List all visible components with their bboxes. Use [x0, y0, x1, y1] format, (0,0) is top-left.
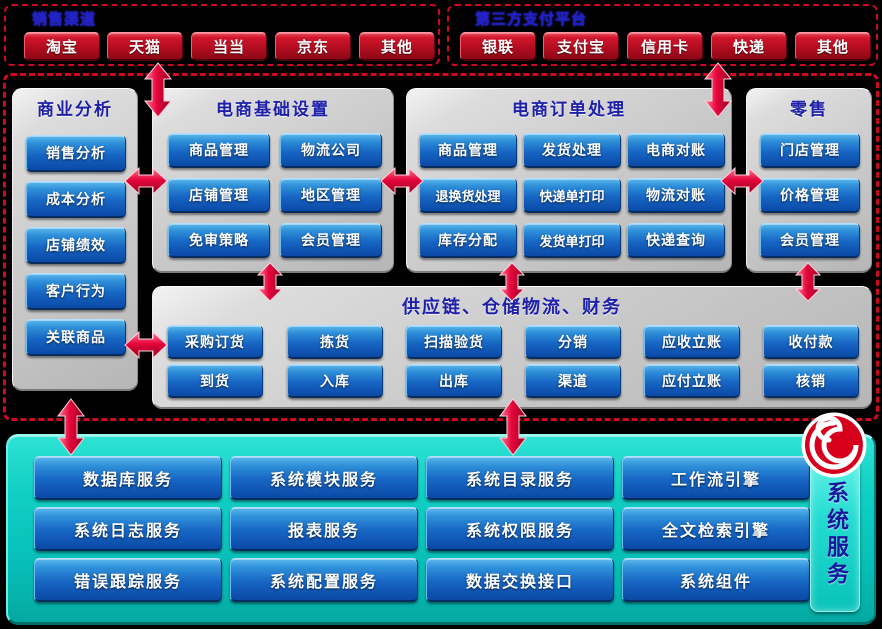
module-store-performance[interactable]: 店铺绩效	[26, 227, 126, 264]
arrow-supply-chain-to-services	[498, 398, 528, 456]
module-member-management[interactable]: 会员管理	[280, 223, 382, 258]
payment-button-express[interactable]: 快递	[711, 32, 787, 61]
module-warehouse-out[interactable]: 出库	[406, 364, 502, 398]
module-exempt-review-policy[interactable]: 免审策略	[168, 223, 270, 258]
arrow-analysis-to-supply-chain	[124, 330, 168, 360]
service-error-tracking[interactable]: 错误跟踪服务	[34, 558, 222, 602]
arrow-retail-to-supply-chain	[794, 262, 822, 302]
module-logistics-company[interactable]: 物流公司	[280, 133, 382, 168]
module-goods-arrival[interactable]: 到货	[167, 364, 263, 398]
module-delivery-note-print[interactable]: 发货单打印	[523, 223, 621, 258]
module-ecommerce-reconciliation[interactable]: 电商对账	[627, 133, 725, 168]
payment-button-creditcard[interactable]: 信用卡	[627, 32, 703, 61]
sales-channel-title: 销售渠道	[32, 10, 97, 28]
module-return-exchange[interactable]: 退换货处理	[419, 178, 517, 213]
service-system-module[interactable]: 系统模块服务	[230, 456, 418, 500]
module-write-off[interactable]: 核销	[763, 364, 859, 398]
module-picking[interactable]: 拣货	[287, 325, 383, 359]
arrow-analysis-to-basic-setup	[124, 166, 168, 196]
panel-business-analysis: 商业分析 销售分析 成本分析 店铺绩效 客户行为 关联商品	[12, 88, 138, 391]
channel-button-taobao[interactable]: 淘宝	[24, 32, 100, 61]
service-data-exchange[interactable]: 数据交换接口	[426, 558, 614, 602]
system-services-side-text: 系统服务	[823, 481, 848, 589]
diagram-canvas: 销售渠道 淘宝 天猫 当当 京东 其他 第三方支付平台 银联 支付宝 信用卡 快…	[0, 0, 882, 629]
payment-button-alipay[interactable]: 支付宝	[543, 32, 619, 61]
module-express-tracking[interactable]: 快递查询	[627, 223, 725, 258]
panel-supply-chain: 供应链、仓储物流、财务 采购订货 拣货 扫描验货 分销 应收立账 收付款 到货 …	[152, 286, 872, 409]
service-system-component[interactable]: 系统组件	[622, 558, 810, 602]
red-spiral-logo	[800, 411, 868, 479]
panel-title-ecommerce-basic-setup: 电商基础设置	[216, 100, 330, 120]
module-logistics-reconciliation[interactable]: 物流对账	[627, 178, 725, 213]
panel-retail: 零售 门店管理 价格管理 会员管理	[746, 88, 872, 273]
module-store-management[interactable]: 门店管理	[760, 133, 860, 168]
service-workflow-engine[interactable]: 工作流引擎	[622, 456, 810, 500]
module-price-management[interactable]: 价格管理	[760, 178, 860, 213]
service-report[interactable]: 报表服务	[230, 507, 418, 551]
arrow-basic-setup-to-order-processing	[380, 166, 424, 196]
arrow-payment-platform-to-core	[703, 62, 733, 118]
module-customer-behavior[interactable]: 客户行为	[26, 273, 126, 310]
module-order-product-management[interactable]: 商品管理	[419, 133, 517, 168]
panel-title-retail: 零售	[790, 100, 828, 120]
module-warehouse-in[interactable]: 入库	[287, 364, 383, 398]
module-shipping-processing[interactable]: 发货处理	[523, 133, 621, 168]
panel-title-ecommerce-order-processing: 电商订单处理	[512, 100, 626, 120]
payment-platform-bar: 第三方支付平台 银联 支付宝 信用卡 快递 其他	[447, 4, 878, 66]
channel-button-tmall[interactable]: 天猫	[107, 32, 183, 61]
channel-button-jd[interactable]: 京东	[275, 32, 351, 61]
payment-platform-title: 第三方支付平台	[475, 10, 588, 28]
module-related-products[interactable]: 关联商品	[26, 319, 126, 356]
module-shop-management[interactable]: 店铺管理	[168, 178, 270, 213]
service-system-config[interactable]: 系统配置服务	[230, 558, 418, 602]
panel-ecommerce-basic-setup: 电商基础设置 商品管理 物流公司 店铺管理 地区管理 免审策略 会员管理	[152, 88, 394, 273]
module-purchase-order[interactable]: 采购订货	[167, 325, 263, 359]
system-services-side-label: 系统服务	[810, 458, 860, 612]
service-fulltext-search[interactable]: 全文检索引擎	[622, 507, 810, 551]
channel-button-other[interactable]: 其他	[359, 32, 435, 61]
service-system-catalog[interactable]: 系统目录服务	[426, 456, 614, 500]
arrow-analysis-to-services	[56, 398, 86, 456]
payment-button-other[interactable]: 其他	[795, 32, 871, 61]
system-services-panel: 数据库服务 系统模块服务 系统目录服务 工作流引擎 系统日志服务 报表服务 系统…	[6, 434, 876, 625]
arrow-sales-channel-to-core	[143, 62, 173, 118]
sales-channel-bar: 销售渠道 淘宝 天猫 当当 京东 其他	[4, 4, 440, 66]
module-region-management[interactable]: 地区管理	[280, 178, 382, 213]
service-database[interactable]: 数据库服务	[34, 456, 222, 500]
service-system-log[interactable]: 系统日志服务	[34, 507, 222, 551]
panel-title-business-analysis: 商业分析	[37, 100, 113, 120]
module-channel[interactable]: 渠道	[525, 364, 621, 398]
panel-ecommerce-order-processing: 电商订单处理 商品管理 发货处理 电商对账 退换货处理 快递单打印 物流对账 库…	[406, 88, 732, 273]
payment-button-unionpay[interactable]: 银联	[460, 32, 536, 61]
module-retail-member-management[interactable]: 会员管理	[760, 223, 860, 258]
module-product-management[interactable]: 商品管理	[168, 133, 270, 168]
module-scan-inspection[interactable]: 扫描验货	[406, 325, 502, 359]
module-sales-analysis[interactable]: 销售分析	[26, 135, 126, 172]
module-inventory-allocation[interactable]: 库存分配	[419, 223, 517, 258]
arrow-basic-setup-to-supply-chain	[256, 262, 284, 302]
channel-button-dangdang[interactable]: 当当	[191, 32, 267, 61]
module-cost-analysis[interactable]: 成本分析	[26, 181, 126, 218]
module-payment-collection[interactable]: 收付款	[763, 325, 859, 359]
module-payable-entry[interactable]: 应付立账	[644, 364, 740, 398]
service-system-permission[interactable]: 系统权限服务	[426, 507, 614, 551]
module-express-slip-print[interactable]: 快递单打印	[523, 178, 621, 213]
arrow-order-processing-to-supply-chain	[498, 262, 526, 302]
arrow-order-processing-to-retail	[720, 166, 764, 196]
module-receivable-entry[interactable]: 应收立账	[644, 325, 740, 359]
module-distribution[interactable]: 分销	[525, 325, 621, 359]
